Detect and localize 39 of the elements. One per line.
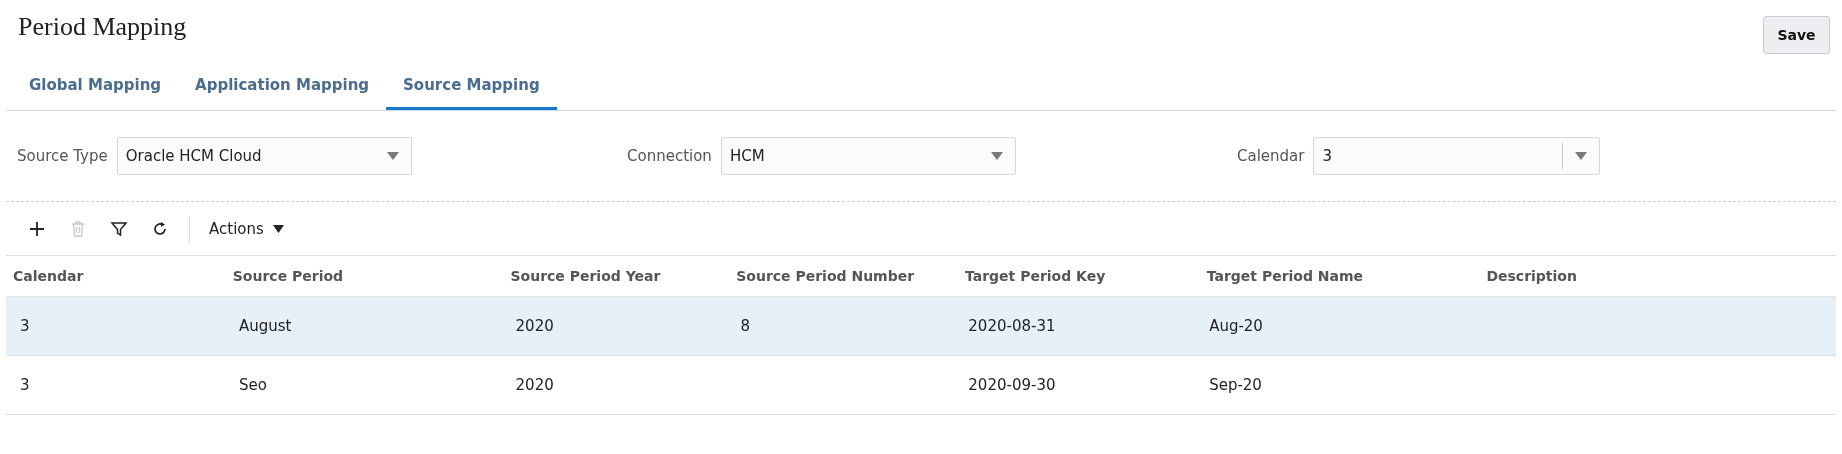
column-header: Source Period <box>232 268 345 284</box>
add-icon[interactable] <box>28 219 46 238</box>
table-row[interactable]: 3 August 2020 8 2020-08-31 Aug-20 <box>6 297 1836 356</box>
table-cell: 2020-08-31 <box>968 317 1056 335</box>
column-header: Source Period Year <box>510 268 662 284</box>
save-button[interactable]: Save <box>1763 16 1830 54</box>
filter-icon[interactable] <box>110 219 128 238</box>
field-label: Source Type <box>17 147 108 165</box>
tab[interactable]: Source Mapping <box>386 64 557 110</box>
table-cell: August <box>238 317 292 335</box>
table-row[interactable]: 3 Seo 2020 2020-09-30 Sep-20 <box>6 356 1836 415</box>
column-header: Target Period Name <box>1206 268 1365 284</box>
table-cell: 3 <box>20 317 30 335</box>
caret-icon <box>1575 152 1588 160</box>
caret-icon <box>272 224 284 233</box>
column-header: Calendar <box>13 268 85 284</box>
tab[interactable]: Global Mapping <box>12 64 179 110</box>
table-cell: 2020 <box>515 376 554 394</box>
column-header: Description <box>1486 268 1578 284</box>
column-header: Source Period Number <box>736 268 916 284</box>
table-cell: 8 <box>740 317 750 335</box>
actions-menu-button[interactable]: Actions <box>209 219 284 238</box>
select-field[interactable]: 3 <box>1313 137 1601 175</box>
field-label: Connection <box>627 147 712 165</box>
select-field[interactable]: Oracle HCM Cloud <box>116 137 412 175</box>
page-title: Period Mapping <box>18 12 187 42</box>
column-header: Target Period Key <box>964 268 1107 284</box>
tab[interactable]: Application Mapping <box>178 64 387 110</box>
table-cell: 2020-09-30 <box>968 376 1056 394</box>
table-cell: 3 <box>20 376 30 394</box>
table-cell: Sep-20 <box>1209 376 1262 394</box>
field-label: Calendar <box>1237 147 1305 165</box>
refresh-icon[interactable] <box>151 219 169 238</box>
caret-icon <box>990 152 1003 160</box>
caret-icon <box>386 152 399 160</box>
table-cell: Aug-20 <box>1209 317 1263 335</box>
select-field[interactable]: HCM <box>720 137 1016 175</box>
table-cell: Seo <box>238 376 267 394</box>
table-cell: 2020 <box>515 317 554 335</box>
